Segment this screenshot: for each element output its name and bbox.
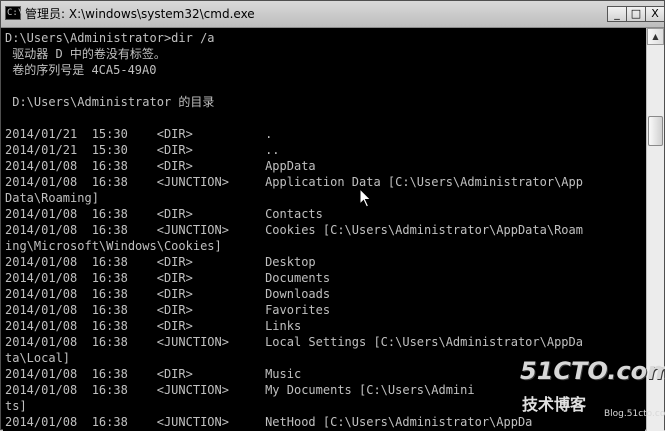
console-line: 2014/01/21 15:30 <DIR> . — [5, 127, 273, 141]
console-line: ing\Microsoft\Windows\Cookies] — [5, 239, 222, 253]
console-line: 2014/01/08 16:38 <JUNCTION> NetHood [C:\… — [5, 415, 533, 429]
cmd-app-icon[interactable]: C:\ — [5, 6, 23, 20]
mouse-pointer-icon — [359, 188, 372, 208]
watermark-subtitle: 技术博客 — [522, 395, 587, 414]
window-title: 管理员: X:\windows\system32\cmd.exe — [25, 7, 255, 21]
console-line: 2014/01/08 16:38 <DIR> Contacts — [5, 207, 323, 221]
cmd-window: C:\ 管理员: X:\windows\system32\cmd.exe _ □… — [0, 0, 665, 431]
console-line: 2014/01/08 16:38 <JUNCTION> Cookies [C:\… — [5, 223, 583, 237]
console-line: 2014/01/08 16:38 <JUNCTION> Local Settin… — [5, 335, 583, 349]
console-line: 2014/01/08 16:38 <DIR> Favorites — [5, 303, 331, 317]
console-line: ts] — [5, 399, 27, 413]
minimize-button[interactable]: _ — [607, 6, 627, 22]
console-line: 2014/01/21 15:30 <DIR> .. — [5, 143, 280, 157]
console-line: 卷的序列号是 4CA5-49A0 — [5, 63, 157, 77]
title-bar[interactable]: C:\ 管理员: X:\windows\system32\cmd.exe _ □… — [1, 1, 665, 28]
site-watermark: 51CTO.com 技术博客 Blog.51cto.com — [516, 353, 665, 431]
close-button[interactable]: X — [645, 6, 665, 22]
console-line: 2014/01/08 16:38 <DIR> Desktop — [5, 255, 316, 269]
console-line: 2014/01/08 16:38 <JUNCTION> My Documents… — [5, 383, 475, 397]
console-line: 2014/01/08 16:38 <DIR> Music — [5, 367, 302, 381]
console-line: 驱动器 D 中的卷没有标签。 — [5, 47, 166, 61]
console-line: D:\Users\Administrator 的目录 — [5, 95, 215, 109]
console-line: 2014/01/08 16:38 <JUNCTION> Application … — [5, 175, 583, 189]
console-line: 2014/01/08 16:38 <DIR> Links — [5, 319, 302, 333]
console-line: 2014/01/08 16:38 <DIR> Documents — [5, 271, 331, 285]
console-line: 2014/01/08 16:38 <DIR> AppData — [5, 159, 316, 173]
console-line: Data\Roaming] — [5, 191, 99, 205]
scroll-up-button[interactable]: ▲ — [647, 28, 664, 45]
watermark-brand: 51CTO.com — [520, 357, 665, 385]
console-line: D:\Users\Administrator>dir /a — [5, 31, 215, 45]
scrollbar-thumb[interactable] — [648, 116, 663, 146]
console-line: 2014/01/08 16:38 <DIR> Downloads — [5, 287, 331, 301]
watermark-url: Blog.51cto.com — [604, 409, 665, 419]
maximize-button[interactable]: □ — [626, 6, 646, 22]
console-line: ta\Local] — [5, 351, 71, 365]
